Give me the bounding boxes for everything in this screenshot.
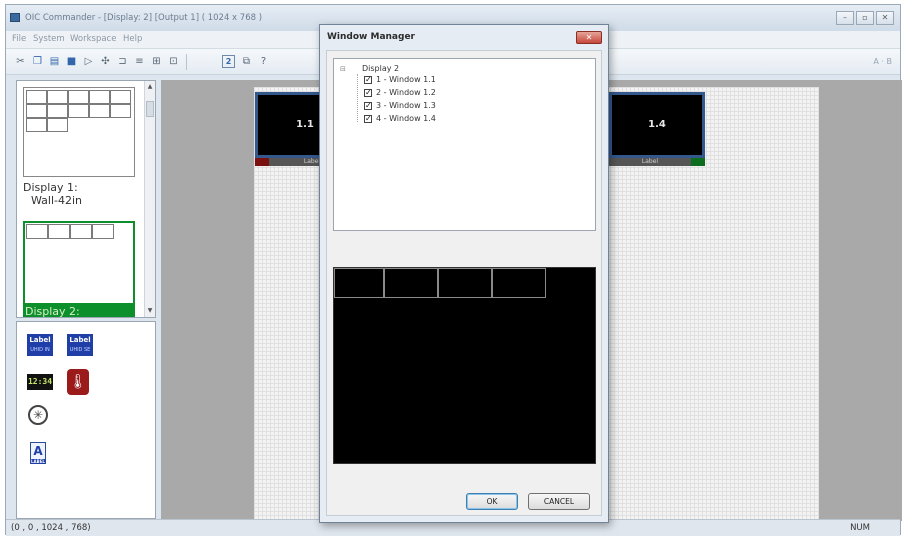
screen-cell bbox=[89, 104, 110, 118]
window-title: OIC Commander - [Display: 2] [Output 1] … bbox=[25, 13, 263, 23]
menu-help[interactable]: Help bbox=[123, 34, 142, 44]
checkbox[interactable]: ✓ bbox=[364, 101, 372, 110]
copy-icon[interactable]: ❐ bbox=[31, 55, 44, 68]
tree-item-window-1-3[interactable]: ✓ 3 - Window 1.3 bbox=[364, 100, 436, 111]
grid-icon[interactable]: ⊞ bbox=[150, 55, 163, 68]
window-tree[interactable]: ⊟ Display 2 ✓ 1 - Window 1.1 ✓ 2 - Windo… bbox=[333, 58, 596, 231]
screen-cell bbox=[47, 104, 68, 118]
scroll-up-icon[interactable]: ▲ bbox=[146, 83, 154, 91]
screen-cell bbox=[26, 104, 47, 118]
cursor-coordinates: (0 , 0 , 1024 , 768) bbox=[11, 523, 91, 533]
tree-item-label: 4 - Window 1.4 bbox=[376, 114, 436, 123]
display-2-label: Display 2: bbox=[23, 305, 135, 317]
settings-icon[interactable]: ✣ bbox=[99, 55, 112, 68]
screen-cell bbox=[47, 90, 68, 104]
tree-item-label: 3 - Window 1.3 bbox=[376, 101, 436, 110]
window-manager-dialog: Window Manager ✕ ⊟ Display 2 ✓ 1 - Windo… bbox=[319, 24, 609, 523]
screen-cell bbox=[70, 224, 92, 239]
label-widget-a[interactable]: Label UHID IN bbox=[27, 334, 53, 356]
display-2-thumbnail[interactable] bbox=[23, 221, 135, 305]
preview-window-cell bbox=[492, 268, 546, 298]
display-list[interactable]: Display 1: Wall-42in Display 2: ▲ ▼ bbox=[16, 80, 156, 318]
screen-cell bbox=[92, 224, 114, 239]
scroll-down-icon[interactable]: ▼ bbox=[146, 307, 154, 315]
dialog-close-button[interactable]: ✕ bbox=[576, 31, 602, 44]
display-preview bbox=[333, 267, 596, 464]
label-widget-caption: UHID SE bbox=[69, 347, 91, 353]
tree-item-window-1-4[interactable]: ✓ 4 - Window 1.4 bbox=[364, 113, 436, 124]
tree-collapse-icon[interactable]: ⊟ bbox=[340, 65, 346, 73]
display-1-sublabel: Wall-42in bbox=[31, 194, 83, 207]
preview-window-cell bbox=[334, 268, 384, 298]
widget-palette: Label UHID IN Label UHID SE 12:34 🌡 ✳ A … bbox=[16, 321, 156, 519]
label-widget-caption: UHID IN bbox=[30, 347, 50, 353]
page-number-button[interactable]: 2 bbox=[222, 55, 235, 68]
minimize-button[interactable]: – bbox=[836, 11, 854, 25]
close-button[interactable]: ✕ bbox=[876, 11, 894, 25]
preview-window-cell bbox=[384, 268, 438, 298]
digital-clock-widget[interactable]: 12:34 bbox=[27, 374, 53, 390]
toolbar-divider bbox=[186, 54, 187, 70]
label-widget-text: Label bbox=[69, 336, 91, 344]
thermometer-icon[interactable]: 🌡 bbox=[67, 369, 89, 395]
menu-workspace[interactable]: Workspace bbox=[70, 34, 116, 44]
canvas-window-1-4[interactable]: 1.4 bbox=[609, 92, 705, 158]
num-lock-indicator: NUM bbox=[850, 523, 870, 533]
checkbox[interactable]: ✓ bbox=[364, 114, 372, 123]
text-widget-glyph: A bbox=[33, 444, 43, 458]
cancel-button[interactable]: CANCEL bbox=[528, 493, 590, 510]
toolbar-right-controls[interactable]: A · B bbox=[873, 57, 892, 66]
layout-icon[interactable]: ≡ bbox=[133, 55, 146, 68]
display-1-label: Display 1: bbox=[23, 181, 78, 194]
ok-button[interactable]: OK bbox=[466, 493, 518, 510]
tree-item-label: 2 - Window 1.2 bbox=[376, 88, 436, 97]
screen-cell bbox=[89, 90, 110, 104]
screen-cell bbox=[68, 104, 89, 118]
screen-cell bbox=[48, 224, 70, 239]
menu-file[interactable]: File bbox=[12, 34, 26, 44]
tree-item-window-1-1[interactable]: ✓ 1 - Window 1.1 bbox=[364, 74, 436, 85]
save-icon[interactable]: ■ bbox=[65, 55, 78, 68]
checkbox[interactable]: ✓ bbox=[364, 88, 372, 97]
tree-item-label: 1 - Window 1.1 bbox=[376, 75, 436, 84]
tree-connector bbox=[357, 74, 358, 122]
screen-cell bbox=[47, 118, 68, 132]
tree-root-display[interactable]: Display 2 bbox=[362, 64, 399, 73]
maximize-button[interactable]: ▫ bbox=[856, 11, 874, 25]
screen-cell bbox=[26, 90, 47, 104]
window-marker bbox=[255, 158, 269, 166]
canvas-window-label: Label bbox=[609, 158, 691, 166]
help-icon[interactable]: ? bbox=[257, 55, 270, 68]
tree-item-window-1-2[interactable]: ✓ 2 - Window 1.2 bbox=[364, 87, 436, 98]
preview-window-cell bbox=[438, 268, 492, 298]
text-widget[interactable]: A LABEL bbox=[30, 442, 46, 464]
label-widget-text: Label bbox=[29, 336, 51, 344]
window-controls: – ▫ ✕ bbox=[836, 11, 894, 25]
scroll-thumb[interactable] bbox=[146, 101, 154, 117]
window-marker bbox=[691, 158, 705, 166]
cut-icon[interactable]: ✂ bbox=[14, 55, 27, 68]
screen-cell bbox=[26, 224, 48, 239]
display-1-thumbnail[interactable] bbox=[23, 87, 135, 177]
checkbox[interactable]: ✓ bbox=[364, 75, 372, 84]
open-icon[interactable]: ▤ bbox=[48, 55, 61, 68]
window-stack-icon[interactable]: ⧉ bbox=[240, 55, 253, 68]
screen-cell bbox=[110, 104, 131, 118]
app-icon bbox=[10, 13, 20, 22]
screen-cell bbox=[26, 118, 47, 132]
label-widget-b[interactable]: Label UHID SE bbox=[67, 334, 93, 356]
dialog-title: Window Manager bbox=[327, 32, 415, 42]
play-icon[interactable]: ▷ bbox=[82, 55, 95, 68]
display-list-scrollbar[interactable]: ▲ ▼ bbox=[144, 81, 155, 317]
dialog-body: ⊟ Display 2 ✓ 1 - Window 1.1 ✓ 2 - Windo… bbox=[326, 50, 602, 516]
screen-cell bbox=[110, 90, 131, 104]
clock-face-icon[interactable]: ✳ bbox=[28, 405, 48, 425]
text-widget-caption: LABEL bbox=[31, 459, 45, 464]
preview-icon[interactable]: ⊡ bbox=[167, 55, 180, 68]
screen-cell bbox=[68, 90, 89, 104]
align-icon[interactable]: ⊐ bbox=[116, 55, 129, 68]
menu-system[interactable]: System bbox=[33, 34, 65, 44]
